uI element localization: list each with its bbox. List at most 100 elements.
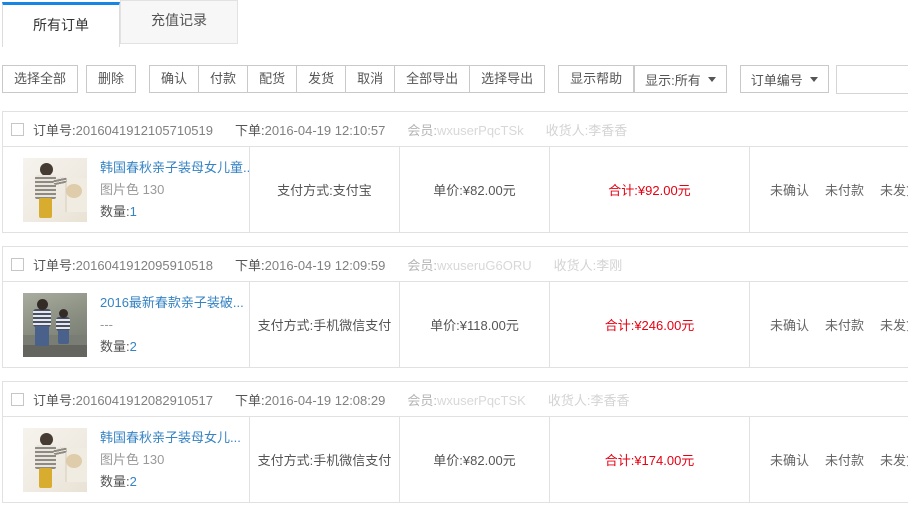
product-info: 韩国春秋亲子装母女儿... 图片色 130 数量:2 (100, 428, 249, 491)
select-all-button[interactable]: 选择全部 (2, 65, 78, 93)
toolbar: 选择全部 删除 确认 付款 配货 发货 取消 全部导出 选择导出 显示帮助 显示… (2, 65, 908, 93)
product-cell: 2016最新春款亲子装破... --- 数量:2 (3, 282, 249, 367)
order-actions-group: 确认 付款 配货 发货 取消 全部导出 选择导出 (149, 65, 545, 93)
member-label: 会员: (407, 258, 437, 273)
order-header: 订单号:2016041912095910518 下单:2016-04-19 12… (3, 247, 908, 281)
consignee-value: 李香香 (588, 123, 627, 138)
payment-value: 支付宝 (333, 183, 372, 198)
order-card: 订单号:2016041912105710519 下单:2016-04-19 12… (2, 111, 908, 233)
status-unconfirmed: 未确认 (770, 450, 809, 469)
product-image[interactable] (23, 428, 87, 492)
product-color: 图片色 130 (100, 180, 249, 199)
export-selected-button[interactable]: 选择导出 (470, 65, 545, 93)
tab-all-orders[interactable]: 所有订单 (2, 2, 120, 47)
product-info: 2016最新春款亲子装破... --- 数量:2 (100, 293, 249, 356)
unit-price-label: 单价: (433, 453, 463, 468)
product-quantity: 数量:2 (100, 472, 249, 491)
order-search-input[interactable] (836, 65, 908, 94)
product-title-link[interactable]: 韩国春秋亲子装母女儿童... (100, 158, 249, 177)
allocate-button[interactable]: 配货 (248, 65, 297, 93)
product-title-link[interactable]: 韩国春秋亲子装母女儿... (100, 428, 249, 447)
consignee-value: 李香香 (590, 393, 629, 408)
product-image[interactable] (23, 158, 87, 222)
unit-price-value: ¥118.00元 (460, 318, 519, 333)
tab-recharge-records[interactable]: 充值记录 (120, 0, 238, 44)
tab-bar: 所有订单 充值记录 (0, 0, 908, 47)
placed-value: 2016-04-19 12:10:57 (265, 123, 386, 138)
order-management-page: 所有订单 充值记录 选择全部 删除 确认 付款 配货 发货 取消 全部导出 选择… (0, 0, 908, 503)
order-checkbox[interactable] (11, 123, 24, 136)
total-value: ¥92.00元 (638, 183, 691, 198)
total-cell: 合计:¥174.00元 (549, 417, 749, 502)
order-no-value: 2016041912105710519 (76, 123, 213, 138)
order-card: 订单号:2016041912095910518 下单:2016-04-19 12… (2, 246, 908, 368)
show-filter-dropdown[interactable]: 显示:所有 (634, 65, 727, 93)
payment-cell: 支付方式:手机微信支付 (249, 417, 399, 502)
order-body: 韩国春秋亲子装母女儿... 图片色 130 数量:2 支付方式:手机微信支付 单… (3, 416, 908, 502)
product-info: 韩国春秋亲子装母女儿童... 图片色 130 数量:1 (100, 158, 249, 221)
chevron-down-icon (810, 77, 818, 82)
product-image[interactable] (23, 293, 87, 357)
confirm-button[interactable]: 确认 (149, 65, 199, 93)
product-cell: 韩国春秋亲子装母女儿童... 图片色 130 数量:1 (3, 147, 249, 232)
order-no-value: 2016041912095910518 (76, 258, 213, 273)
placed-value: 2016-04-19 12:08:29 (265, 393, 386, 408)
order-card: 订单号:2016041912082910517 下单:2016-04-19 12… (2, 381, 908, 503)
unit-price-cell: 单价:¥118.00元 (399, 282, 549, 367)
status-unconfirmed: 未确认 (770, 315, 809, 334)
member-label: 会员: (407, 123, 437, 138)
consignee-label: 收货人: (546, 123, 589, 138)
unit-price-value: ¥82.00元 (463, 453, 516, 468)
order-body: 2016最新春款亲子装破... --- 数量:2 支付方式:手机微信支付 单价:… (3, 281, 908, 367)
status-unshipped: 未发货 (880, 450, 908, 469)
consignee-value: 李刚 (596, 258, 622, 273)
order-no-label: 订单号: (33, 123, 76, 138)
placed-label: 下单: (235, 123, 265, 138)
status-unshipped: 未发货 (880, 180, 908, 199)
order-body: 韩国春秋亲子装母女儿童... 图片色 130 数量:1 支付方式:支付宝 单价:… (3, 146, 908, 232)
ship-button[interactable]: 发货 (297, 65, 346, 93)
show-help-button[interactable]: 显示帮助 (558, 65, 634, 93)
consignee-label: 收货人: (548, 393, 591, 408)
delete-button[interactable]: 删除 (86, 65, 136, 93)
payment-label: 支付方式: (258, 453, 314, 468)
status-unpaid: 未付款 (825, 180, 864, 199)
total-value: ¥174.00元 (634, 453, 694, 468)
order-checkbox[interactable] (11, 393, 24, 406)
export-all-button[interactable]: 全部导出 (395, 65, 470, 93)
payment-value: 手机微信支付 (313, 453, 391, 468)
cancel-button[interactable]: 取消 (346, 65, 395, 93)
total-cell: 合计:¥246.00元 (549, 282, 749, 367)
order-no-label: 订单号: (33, 258, 76, 273)
pay-button[interactable]: 付款 (199, 65, 248, 93)
payment-label: 支付方式: (277, 183, 333, 198)
status-cell: 未确认 未付款 未发货 (749, 282, 908, 367)
payment-value: 手机微信支付 (313, 318, 391, 333)
order-header: 订单号:2016041912082910517 下单:2016-04-19 12… (3, 382, 908, 416)
status-cell: 未确认 未付款 未发货 (749, 147, 908, 232)
product-title-link[interactable]: 2016最新春款亲子装破... (100, 293, 249, 312)
search-type-label: 订单编号 (751, 70, 803, 89)
placed-label: 下单: (235, 393, 265, 408)
total-label: 合计: (605, 453, 635, 468)
unit-price-value: ¥82.00元 (463, 183, 516, 198)
placed-value: 2016-04-19 12:09:59 (265, 258, 386, 273)
show-filter-label: 显示:所有 (645, 70, 701, 89)
product-color: 图片色 130 (100, 450, 249, 469)
product-quantity: 数量:2 (100, 337, 249, 356)
status-cell: 未确认 未付款 未发货 (749, 417, 908, 502)
payment-cell: 支付方式:手机微信支付 (249, 282, 399, 367)
status-unpaid: 未付款 (825, 450, 864, 469)
order-no-value: 2016041912082910517 (76, 393, 213, 408)
product-color: --- (100, 315, 249, 334)
search-type-dropdown[interactable]: 订单编号 (740, 65, 829, 93)
chevron-down-icon (708, 77, 716, 82)
unit-price-label: 单价: (433, 183, 463, 198)
unit-price-cell: 单价:¥82.00元 (399, 147, 549, 232)
unit-price-cell: 单价:¥82.00元 (399, 417, 549, 502)
order-checkbox[interactable] (11, 258, 24, 271)
member-value: wxuseruG6ORU (437, 258, 532, 273)
consignee-label: 收货人: (554, 258, 597, 273)
order-header: 订单号:2016041912105710519 下单:2016-04-19 12… (3, 112, 908, 146)
placed-label: 下单: (235, 258, 265, 273)
